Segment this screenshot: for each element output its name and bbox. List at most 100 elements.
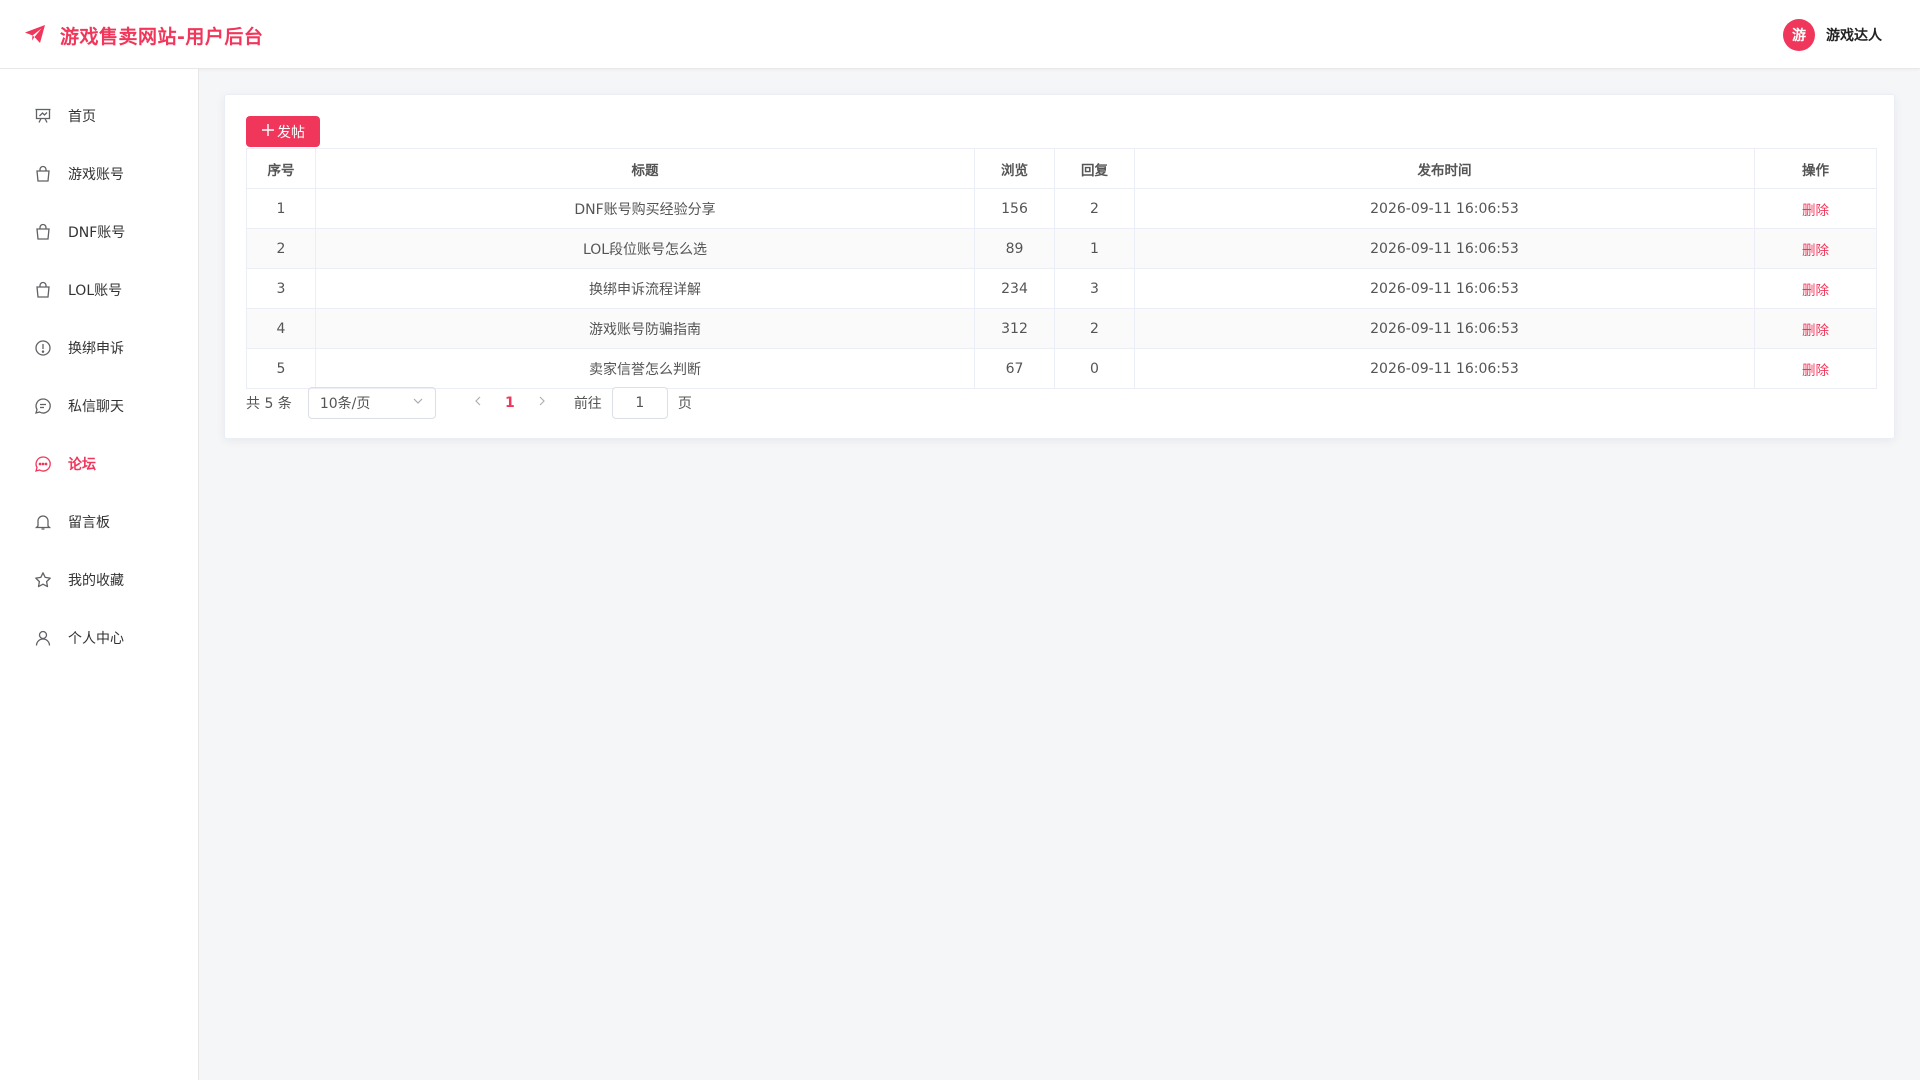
sidebar-item-label: DNF账号 [68,225,126,241]
cell-time: 2026-09-11 16:06:53 [1134,228,1755,269]
cell-title: LOL段位账号怎么选 [315,228,975,269]
page-suffix: 页 [677,396,692,412]
delete-link[interactable]: 删除 [1802,203,1829,219]
delete-link[interactable]: 删除 [1802,283,1829,299]
forum-card: 发帖 序号 标题 浏览 回复 发布时间 操作 1 DNF账号购买经验分享 156… [224,94,1895,439]
chevron-down-icon [412,395,424,411]
sidebar-item-favorites[interactable]: 我的收藏 [0,551,198,609]
column-header-time: 发布时间 [1134,148,1755,189]
sidebar-item-label: 个人中心 [68,631,124,647]
cell-views: 89 [974,228,1055,269]
sidebar-item-profile[interactable]: 个人中心 [0,609,198,667]
cell-views: 156 [974,188,1055,229]
sidebar-item-label: LOL账号 [68,283,123,299]
cell-replies: 3 [1054,268,1135,309]
user-icon [34,629,52,647]
new-post-label: 发帖 [277,124,305,141]
sidebar: 首页 游戏账号 DNF账号 LOL账号 换绑申诉 私信聊天 论坛 留言板 我的收… [0,69,199,1080]
sidebar-item-label: 私信聊天 [68,399,124,415]
page-number-current[interactable]: 1 [500,395,520,411]
cell-time: 2026-09-11 16:06:53 [1134,348,1755,389]
cell-actions: 删除 [1754,268,1877,309]
cell-index: 2 [246,228,316,269]
cell-actions: 删除 [1754,188,1877,229]
user-name[interactable]: 游戏达人 [1826,25,1882,45]
cell-actions: 删除 [1754,228,1877,269]
cell-views: 234 [974,268,1055,309]
shopping-bag-icon [34,223,52,241]
cell-views: 67 [974,348,1055,389]
cell-replies: 1 [1054,228,1135,269]
sidebar-item-game-accounts[interactable]: 游戏账号 [0,145,198,203]
cell-views: 312 [974,308,1055,349]
column-header-title: 标题 [315,148,975,189]
table-row: 4 游戏账号防骗指南 312 2 2026-09-11 16:06:53 删除 [246,308,1877,349]
cell-title: 换绑申诉流程详解 [315,268,975,309]
sidebar-item-label: 首页 [68,109,96,125]
cell-time: 2026-09-11 16:06:53 [1134,188,1755,229]
table-row: 2 LOL段位账号怎么选 89 1 2026-09-11 16:06:53 删除 [246,228,1877,269]
column-header-views: 浏览 [974,148,1055,189]
sidebar-item-label: 留言板 [68,515,110,531]
sidebar-item-message-board[interactable]: 留言板 [0,493,198,551]
pagination: 共 5 条 10条/页 1 前往 页 [246,387,692,419]
cell-index: 3 [246,268,316,309]
sidebar-item-dnf-accounts[interactable]: DNF账号 [0,203,198,261]
sidebar-item-forum[interactable]: 论坛 [0,435,198,493]
star-icon [34,571,52,589]
cell-index: 1 [246,188,316,229]
plus-icon [261,123,275,141]
page-size-select[interactable]: 10条/页 [307,387,436,419]
prev-page-button[interactable] [468,395,488,411]
page-size-value: 10条/页 [319,396,371,412]
sidebar-item-label: 游戏账号 [68,167,124,183]
sidebar-item-label: 换绑申诉 [68,341,124,357]
presentation-icon [34,107,52,125]
column-header-replies: 回复 [1054,148,1135,189]
delete-link[interactable]: 删除 [1802,363,1829,379]
forum-posts-table: 序号 标题 浏览 回复 发布时间 操作 1 DNF账号购买经验分享 156 2 … [246,148,1877,389]
top-header: 游戏售卖网站-用户后台 游 游戏达人 [0,0,1920,69]
cell-index: 4 [246,308,316,349]
shopping-bag-icon [34,165,52,183]
cell-actions: 删除 [1754,308,1877,349]
sidebar-item-home[interactable]: 首页 [0,87,198,145]
cell-title: 游戏账号防骗指南 [315,308,975,349]
cell-replies: 2 [1054,308,1135,349]
column-header-index: 序号 [246,148,316,189]
sidebar-item-label: 我的收藏 [68,573,124,589]
sidebar-item-label: 论坛 [68,457,96,473]
table-row: 3 换绑申诉流程详解 234 3 2026-09-11 16:06:53 删除 [246,268,1877,309]
sidebar-item-private-chat[interactable]: 私信聊天 [0,377,198,435]
bell-icon [34,513,52,531]
column-header-actions: 操作 [1754,148,1877,189]
user-menu[interactable]: 游 游戏达人 [1783,19,1882,51]
avatar[interactable]: 游 [1783,19,1815,51]
next-page-button[interactable] [532,395,552,411]
brand: 游戏售卖网站-用户后台 [24,20,263,50]
shopping-bag-icon [34,281,52,299]
sidebar-item-rebind-appeal[interactable]: 换绑申诉 [0,319,198,377]
cell-replies: 0 [1054,348,1135,389]
delete-link[interactable]: 删除 [1802,323,1829,339]
new-post-button[interactable]: 发帖 [246,116,320,147]
goto-label: 前往 [573,396,602,412]
chat-bubble-icon [34,397,52,415]
sidebar-item-lol-accounts[interactable]: LOL账号 [0,261,198,319]
paper-plane-icon [24,24,46,47]
cell-title: 卖家信誉怎么判断 [315,348,975,389]
table-header-row: 序号 标题 浏览 回复 发布时间 操作 [246,148,1877,189]
delete-link[interactable]: 删除 [1802,243,1829,259]
brand-title: 游戏售卖网站-用户后台 [60,25,264,48]
table-row: 1 DNF账号购买经验分享 156 2 2026-09-11 16:06:53 … [246,188,1877,229]
cell-replies: 2 [1054,188,1135,229]
pagination-total: 共 5 条 [246,396,292,412]
cell-index: 5 [246,348,316,389]
cell-time: 2026-09-11 16:06:53 [1134,308,1755,349]
cell-actions: 删除 [1754,348,1877,389]
table-row: 5 卖家信誉怎么判断 67 0 2026-09-11 16:06:53 删除 [246,348,1877,389]
chat-dots-icon [34,455,52,473]
cell-time: 2026-09-11 16:06:53 [1134,268,1755,309]
cell-title: DNF账号购买经验分享 [315,188,975,229]
goto-page-input[interactable] [611,387,668,419]
